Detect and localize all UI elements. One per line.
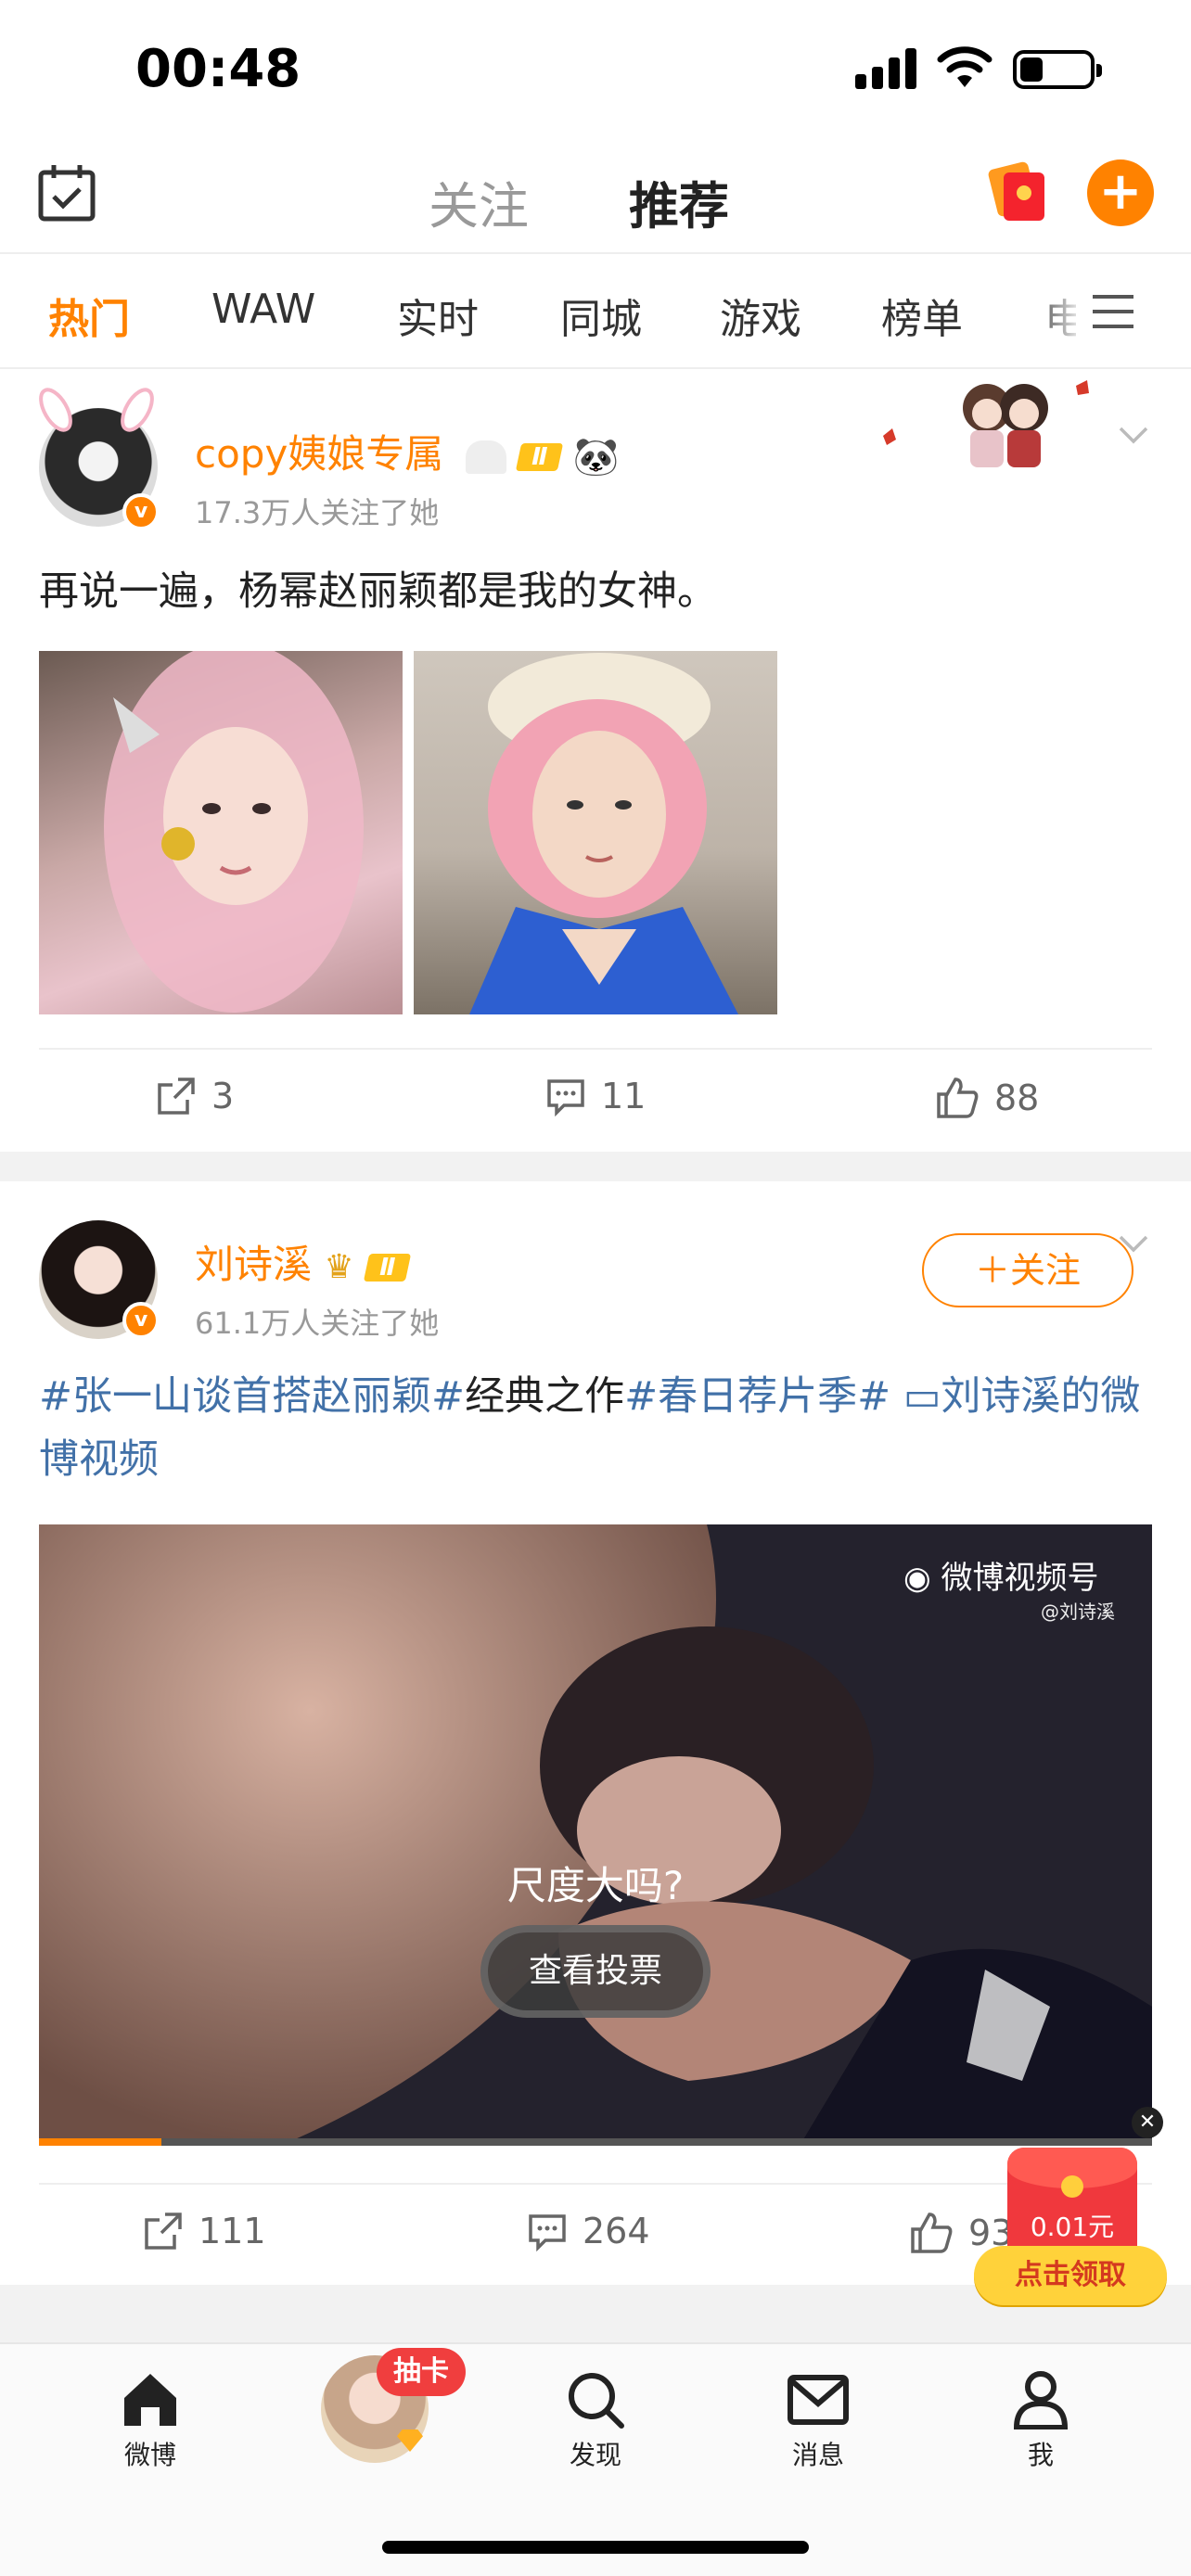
share-button[interactable]: 111 <box>143 2211 266 2251</box>
mail-icon <box>788 2375 849 2425</box>
watermark-sub: @刘诗溪 <box>1041 1600 1115 1623</box>
post-text: #张一山谈首搭赵丽颖#经典之作#春日荐片季# ▭刘诗溪的微博视频 <box>39 1365 1152 1491</box>
home-indicator <box>382 2541 809 2554</box>
username-text: 刘诗溪 <box>195 1242 313 1287</box>
signal-icon <box>855 48 920 89</box>
avatar-icon: 抽卡 <box>321 2348 466 2463</box>
watermark-text: 微博视频号 <box>941 1560 1099 1597</box>
channel-rankings[interactable]: 榜单 <box>881 286 963 345</box>
follow-button[interactable]: ＋关注 <box>922 1233 1133 1307</box>
coin-icon <box>1061 2175 1083 2198</box>
text-segment: 经典之作 <box>465 1373 625 1420</box>
topic-link[interactable]: #春日荐片季# <box>624 1373 890 1420</box>
tab-discover[interactable]: 发现 <box>531 2370 660 2472</box>
like-icon <box>937 1078 979 1118</box>
view-poll-button[interactable]: 查看投票 <box>480 1925 711 2018</box>
post-followers: 61.1万人关注了她 <box>195 1306 440 1341</box>
draw-card-badge: 抽卡 <box>377 2348 466 2396</box>
tab-home[interactable]: 微博 <box>85 2370 215 2472</box>
channel-local[interactable]: 同城 <box>560 286 642 345</box>
comment-button[interactable]: 264 <box>527 2211 650 2251</box>
share-icon <box>145 2213 182 2250</box>
red-packet-icon[interactable] <box>983 158 1050 224</box>
battery-icon <box>1013 50 1102 89</box>
tab-messages[interactable]: 消息 <box>753 2370 883 2472</box>
search-icon <box>569 2373 624 2429</box>
post-actions: 3 11 88 <box>39 1048 1152 1150</box>
post-username[interactable]: copy姨娘专属 Ⅱ 🐼 <box>195 423 619 479</box>
tab-me[interactable]: 我 <box>976 2370 1106 2472</box>
chevron-down-icon[interactable] <box>1117 1228 1150 1261</box>
claim-button[interactable]: 点击领取 <box>974 2246 1167 2305</box>
video-progress-fill <box>39 2138 161 2146</box>
comment-count: 264 <box>583 2211 650 2251</box>
verified-badge: v <box>122 1302 160 1339</box>
status-bar: 00:48 <box>0 0 1191 139</box>
crown-icon: ♛ <box>324 1248 354 1286</box>
panda-icon: 🐼 <box>572 436 620 478</box>
bunny-ears-decoration <box>39 388 154 432</box>
channel-tabs: 热门 WAW 实时 同城 游戏 榜单 电影 <box>0 256 1191 369</box>
tab-recommend-label: 推荐 <box>629 177 729 236</box>
verified-badge: v <box>122 493 160 530</box>
home-icon <box>124 2374 176 2426</box>
channel-hot[interactable]: 热门 <box>48 286 130 345</box>
top-header: 关注 推荐 + <box>0 139 1191 254</box>
poll-question: 尺度大吗? <box>506 1863 685 1908</box>
photo-portrait-pink-hair <box>104 651 364 1013</box>
compose-button[interactable]: + <box>1087 159 1154 226</box>
comment-icon <box>529 2214 566 2251</box>
video-progress[interactable] <box>39 2138 1152 2146</box>
feed-post: v copy姨娘专属 Ⅱ 🐼 17.3万人关注了她 再说一遍，杨幂赵丽颖都是我的… <box>0 371 1191 1152</box>
tab-follow[interactable]: 关注 <box>429 165 529 238</box>
post-separator <box>0 1152 1191 1181</box>
post-followers: 17.3万人关注了她 <box>195 495 440 530</box>
tab-label: 消息 <box>791 2440 844 2470</box>
channel-menu-icon[interactable] <box>1076 295 1150 351</box>
video-watermark: ◉ 微博视频号 <box>903 1552 1098 1598</box>
video-player[interactable]: ◉ 微博视频号 @刘诗溪 尺度大吗? 查看投票 <box>39 1524 1152 2146</box>
weibo-icon: ◉ <box>903 1560 931 1597</box>
promo-amount: 0.01元 <box>1030 2212 1115 2242</box>
channel-games[interactable]: 游戏 <box>720 286 801 345</box>
level-badge: Ⅱ <box>515 442 564 471</box>
like-count: 88 <box>994 1078 1040 1118</box>
close-icon[interactable]: ✕ <box>1132 2107 1163 2138</box>
share-count: 111 <box>198 2211 266 2251</box>
chevron-down-icon[interactable] <box>1117 419 1150 453</box>
channel-waw[interactable]: WAW <box>211 286 315 333</box>
username-text: copy姨娘专属 <box>195 431 444 477</box>
post-image-1[interactable] <box>39 651 403 1014</box>
diamond-icon <box>397 2429 423 2452</box>
share-icon <box>158 1078 195 1115</box>
post-text: 再说一遍，杨幂赵丽颖都是我的女神。 <box>39 568 717 615</box>
comment-button[interactable]: 11 <box>545 1076 646 1116</box>
topic-link[interactable]: #张一山谈首搭赵丽颖# <box>39 1373 465 1420</box>
person-icon <box>1013 2371 1069 2429</box>
feed-post: v 刘诗溪 ♛ Ⅱ 61.1万人关注了她 ＋关注 #张一山谈首搭赵丽颖#经典之作… <box>0 1181 1191 2285</box>
tab-draw-card[interactable]: 抽卡 <box>310 2348 466 2463</box>
tab-label: 发现 <box>569 2440 621 2470</box>
comment-icon <box>547 1079 584 1116</box>
video-frame <box>39 1524 1152 2146</box>
share-button[interactable]: 3 <box>156 1076 234 1116</box>
photo-portrait-cap <box>469 653 738 1014</box>
channel-realtime[interactable]: 实时 <box>397 286 479 345</box>
rabbit-icon <box>465 440 506 474</box>
share-count: 3 <box>211 1076 235 1116</box>
promo-red-packet[interactable]: ✕ 0.01元 点击领取 <box>974 2107 1169 2324</box>
like-button[interactable]: 88 <box>935 1076 1039 1120</box>
tab-label: 我 <box>1027 2440 1054 2470</box>
post-image-2[interactable] <box>414 651 777 1014</box>
comment-count: 11 <box>601 1076 647 1116</box>
calendar-check-icon[interactable] <box>37 163 96 223</box>
wifi-icon <box>937 46 992 87</box>
like-icon <box>911 2213 953 2253</box>
status-time: 00:48 <box>135 39 301 99</box>
anime-decoration <box>883 380 1089 467</box>
tab-recommend[interactable]: 推荐 <box>629 165 736 240</box>
level-badge: Ⅱ <box>363 1253 412 1282</box>
tab-label: 微博 <box>123 2440 176 2470</box>
post-username[interactable]: 刘诗溪 ♛ Ⅱ <box>195 1233 412 1290</box>
